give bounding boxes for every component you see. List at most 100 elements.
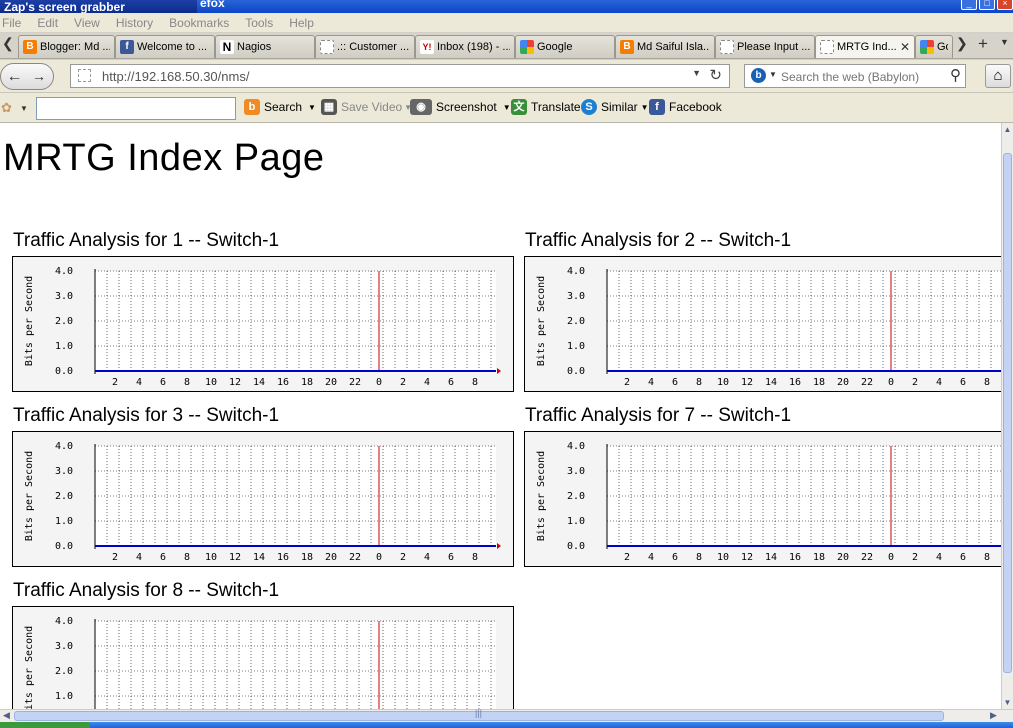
- x-tick-label: 16: [277, 377, 289, 388]
- chevron-down-icon: ▼: [640, 102, 649, 112]
- tab-mrtg[interactable]: MRTG Ind... ✕: [815, 35, 915, 58]
- x-tick-label: 12: [229, 552, 241, 563]
- close-tab-icon[interactable]: ✕: [900, 40, 910, 54]
- x-tick-label: 0: [376, 377, 382, 388]
- traffic-graph-2[interactable]: Bits per Second 4.0 3.0 2.0 1.0 0.0 2 4 6 8 10 12 14…: [524, 256, 1001, 392]
- toolbar-logo-dropdown-icon[interactable]: ▼: [20, 104, 28, 113]
- tab-label: Md Saiful Isla...: [637, 41, 710, 53]
- x-tick-label: 6: [672, 552, 678, 563]
- x-tick-label: 14: [253, 377, 265, 388]
- tab-google[interactable]: Google: [515, 35, 615, 58]
- tab-google-2[interactable]: Go: [915, 35, 953, 58]
- tab-label: Google: [537, 41, 573, 53]
- tab-strip: ❮ B Blogger: Md ... f Welcome to ... N N…: [0, 33, 1013, 59]
- search-box[interactable]: b ▼ ⚲: [744, 64, 966, 88]
- graph-title-1: Traffic Analysis for 1 -- Switch-1: [13, 230, 280, 251]
- traffic-graph-1[interactable]: Bits per Second 4.0 3.0 2.0 1.0 0.0 2 4 6 8 10 12 14…: [12, 256, 514, 392]
- toolbar-search-button[interactable]: b Search ▼: [244, 99, 316, 115]
- url-dropdown-icon[interactable]: ▼: [692, 68, 701, 78]
- tab-blogger[interactable]: B Blogger: Md ...: [18, 35, 115, 58]
- tab-label: Go: [937, 41, 948, 53]
- y-axis-label: Bits per Second: [24, 276, 35, 366]
- x-tick-label: 16: [277, 552, 289, 563]
- x-tick-label: 14: [253, 552, 265, 563]
- x-tick-label: 6: [160, 377, 166, 388]
- menu-help[interactable]: Help: [289, 16, 314, 30]
- minimize-button[interactable]: _: [961, 0, 977, 10]
- x-tick-label: 16: [789, 552, 801, 563]
- x-tick-label: 12: [229, 377, 241, 388]
- x-tick-label: 2: [112, 377, 118, 388]
- toolbar-translate-button[interactable]: 文 Translate: [511, 99, 581, 115]
- start-button[interactable]: [0, 722, 90, 728]
- scroll-right-icon[interactable]: ▶: [990, 710, 997, 721]
- new-tab-icon[interactable]: +: [978, 34, 988, 54]
- x-tick-label: 0: [888, 552, 894, 563]
- menu-file[interactable]: File: [2, 16, 21, 30]
- graph-title-3: Traffic Analysis for 3 -- Switch-1: [13, 405, 280, 426]
- search-magnifier-icon[interactable]: ⚲: [950, 66, 961, 84]
- traffic-graph-7[interactable]: Bits per Second 4.0 3.0 2.0 1.0 0.0 2 4 6 8 10 12 14…: [524, 431, 1001, 567]
- x-tick-label: 12: [741, 377, 753, 388]
- toolbar-similar-label: Similar: [601, 100, 638, 114]
- menu-bar: File Edit View History Bookmarks Tools H…: [0, 13, 1013, 32]
- toolbar-logo-icon[interactable]: ✿: [1, 100, 12, 116]
- search-input[interactable]: [779, 68, 933, 86]
- y-tick-label: 3.0: [55, 641, 73, 652]
- y-tick-label: 4.0: [55, 616, 73, 627]
- close-window-button[interactable]: ×: [997, 0, 1013, 10]
- babylon-toolbar: ✿ ▼ b Search ▼ ▦ Save Video ▼ ◉ Screensh…: [0, 93, 1013, 123]
- menu-bookmarks[interactable]: Bookmarks: [169, 16, 229, 30]
- vertical-scroll-thumb[interactable]: [1003, 153, 1012, 673]
- tab-customer[interactable]: .:: Customer ...: [315, 35, 415, 58]
- toolbar-search-input[interactable]: [36, 97, 236, 120]
- plot-area: [607, 446, 1001, 546]
- traffic-graph-3[interactable]: Bits per Second 4.0 3.0 2.0 1.0 0.0 2 4 6 8 10 12 14…: [12, 431, 514, 567]
- x-tick-label: 6: [448, 552, 454, 563]
- menu-edit[interactable]: Edit: [37, 16, 58, 30]
- reload-icon[interactable]: ↻: [709, 66, 722, 84]
- search-engine-dropdown-icon[interactable]: ▼: [769, 70, 777, 79]
- babylon-icon[interactable]: b: [751, 68, 766, 83]
- tab-nagios[interactable]: N Nagios: [215, 35, 315, 58]
- toolbar-similar-button[interactable]: S Similar ▼: [581, 99, 649, 115]
- x-tick-label: 4: [424, 552, 430, 563]
- x-tick-label: 10: [205, 552, 217, 563]
- tab-scroll-right-icon[interactable]: ❯: [956, 35, 968, 52]
- x-tick-label: 16: [789, 377, 801, 388]
- toolbar-facebook-button[interactable]: f Facebook: [649, 99, 722, 115]
- tab-scroll-left-icon[interactable]: ❮: [2, 35, 14, 52]
- x-tick-label: 10: [717, 552, 729, 563]
- toolbar-facebook-label: Facebook: [669, 100, 722, 114]
- url-text[interactable]: http://192.168.50.30/nms/: [102, 69, 249, 84]
- babylon-search-icon: b: [244, 99, 260, 115]
- menu-tools[interactable]: Tools: [245, 16, 273, 30]
- back-arrow-icon[interactable]: ←: [3, 65, 26, 88]
- tab-list-icon[interactable]: ▼: [1000, 37, 1009, 47]
- address-bar[interactable]: http://192.168.50.30/nms/ ▼ ↻: [70, 64, 730, 88]
- horizontal-scrollbar[interactable]: ◀ ||| ▶: [0, 708, 1013, 722]
- toolbar-screenshot-button[interactable]: ◉ Screenshot ▼: [410, 99, 511, 115]
- vertical-scrollbar[interactable]: ▲ ▼: [1001, 123, 1013, 709]
- scroll-down-icon[interactable]: ▼: [1002, 698, 1013, 707]
- y-tick-label: 1.0: [55, 691, 73, 702]
- menu-view[interactable]: View: [74, 16, 100, 30]
- tab-welcome[interactable]: f Welcome to ...: [115, 35, 215, 58]
- forward-arrow-icon[interactable]: →: [29, 65, 49, 88]
- x-tick-label: 22: [349, 377, 361, 388]
- traffic-graph-8[interactable]: Bits per Second4.03.02.01.00.02468101214…: [12, 606, 514, 709]
- tab-md-saiful[interactable]: B Md Saiful Isla...: [615, 35, 715, 58]
- toolbar-save-video-button[interactable]: ▦ Save Video ▼: [321, 99, 412, 115]
- tab-please-input[interactable]: Please Input ...: [715, 35, 815, 58]
- x-axis-arrow: [497, 543, 501, 549]
- y-tick-label: 1.0: [567, 341, 585, 352]
- menu-history[interactable]: History: [116, 16, 153, 30]
- maximize-button[interactable]: □: [979, 0, 995, 10]
- tab-inbox[interactable]: Y! Inbox (198) - ...: [415, 35, 515, 58]
- toolbar-screenshot-label: Screenshot: [436, 100, 497, 114]
- scroll-left-icon[interactable]: ◀: [3, 710, 10, 721]
- film-icon: ▦: [321, 99, 337, 115]
- home-icon[interactable]: ⌂: [985, 64, 1011, 88]
- scroll-up-icon[interactable]: ▲: [1002, 125, 1013, 134]
- chevron-down-icon: ▼: [502, 102, 511, 112]
